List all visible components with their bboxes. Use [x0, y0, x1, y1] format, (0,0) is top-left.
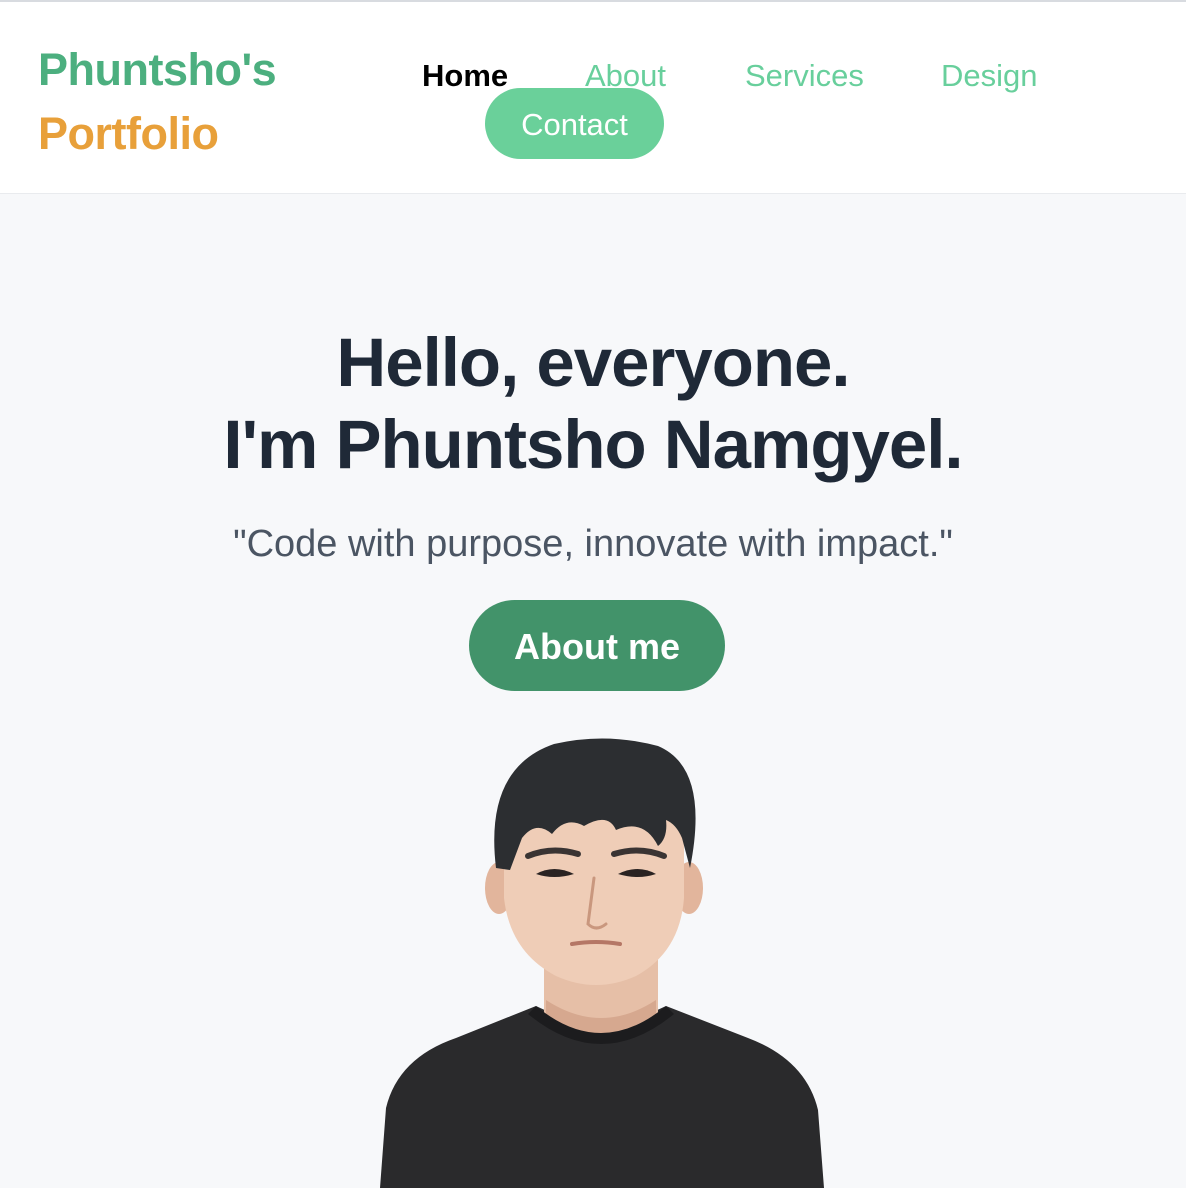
nav-services-link[interactable]: Services	[745, 54, 864, 98]
hero-title-line-2: I'm Phuntsho Namgyel.	[223, 406, 963, 483]
logo-line-2: Portfolio	[38, 108, 219, 159]
logo-line-1: Phuntsho's	[38, 44, 277, 95]
site-header: Phuntsho's Portfolio Home About Services…	[0, 2, 1186, 194]
hero-title-line-1: Hello, everyone.	[336, 324, 850, 401]
nav-design-link[interactable]: Design	[941, 54, 1038, 98]
profile-portrait	[376, 738, 826, 1188]
site-logo[interactable]: Phuntsho's Portfolio	[38, 38, 277, 166]
hero-title: Hello, everyone. I'm Phuntsho Namgyel.	[0, 322, 1186, 486]
contact-button[interactable]: Contact	[485, 88, 664, 159]
nav-home-link[interactable]: Home	[422, 54, 508, 98]
page: Phuntsho's Portfolio Home About Services…	[0, 0, 1186, 1188]
hero-quote: "Code with purpose, innovate with impact…	[233, 523, 953, 565]
about-me-button[interactable]: About me	[469, 600, 725, 691]
